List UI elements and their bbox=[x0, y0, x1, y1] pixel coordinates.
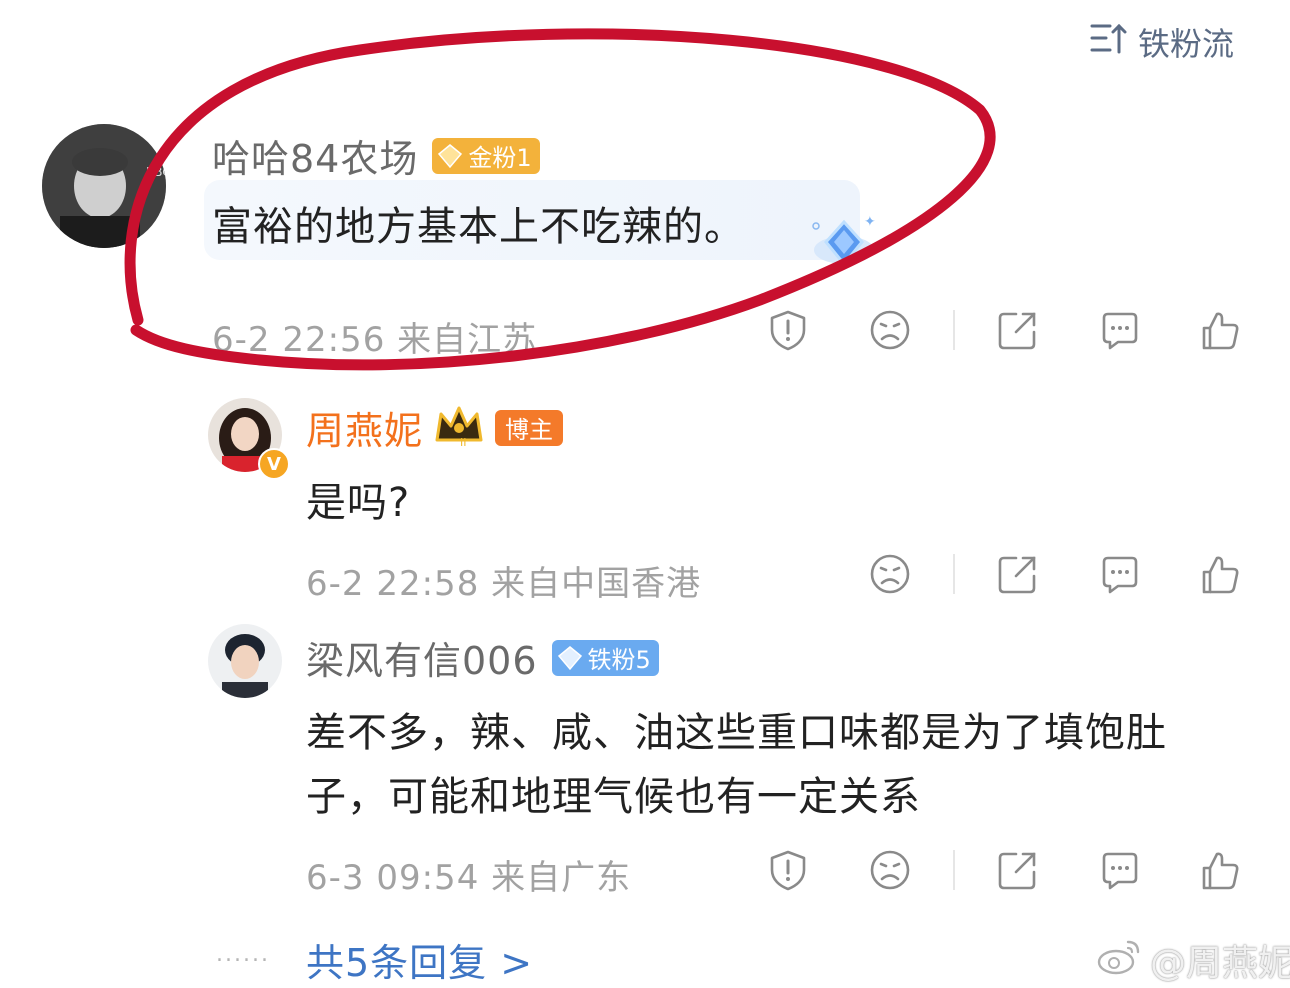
reply-icon[interactable] bbox=[1098, 848, 1142, 892]
comment-meta: 6-3 09:54 来自广东 bbox=[306, 858, 632, 898]
dislike-face-icon[interactable] bbox=[868, 848, 912, 892]
verified-v-icon: V bbox=[258, 448, 290, 480]
comment-meta: 6-2 22:58 来自中国香港 bbox=[306, 564, 702, 604]
share-icon[interactable] bbox=[996, 552, 1040, 596]
comment-header: 梁风有信006 铁粉5 bbox=[306, 630, 659, 685]
username[interactable]: 周燕妮 bbox=[306, 400, 423, 455]
like-icon[interactable] bbox=[1198, 848, 1242, 892]
thread-dots: ...... bbox=[216, 942, 270, 967]
divider bbox=[953, 554, 955, 594]
report-icon[interactable] bbox=[766, 848, 810, 892]
fan-badge: 铁粉5 bbox=[551, 639, 659, 676]
avatar[interactable] bbox=[208, 624, 282, 698]
watermark: @周燕妮 bbox=[1096, 934, 1290, 986]
comment-text: 是吗? bbox=[306, 480, 411, 526]
comment-header: 周燕妮 II 博主 bbox=[306, 400, 564, 455]
reply-icon[interactable] bbox=[1098, 552, 1142, 596]
share-icon[interactable] bbox=[996, 848, 1040, 892]
comment-text: 子，可能和地理气候也有一定关系 bbox=[306, 774, 921, 820]
diamond-icon bbox=[557, 645, 582, 670]
like-icon[interactable] bbox=[1198, 552, 1242, 596]
divider bbox=[953, 850, 955, 890]
weibo-logo-icon bbox=[1096, 936, 1144, 985]
owner-badge: 博主 bbox=[495, 409, 564, 446]
dislike-face-icon[interactable] bbox=[868, 552, 912, 596]
username[interactable]: 梁风有信006 bbox=[306, 630, 538, 685]
comment-text: 差不多，辣、咸、油这些重口味都是为了填饱肚 bbox=[306, 710, 1167, 756]
svg-text:II: II bbox=[460, 436, 467, 448]
annotation-circle bbox=[124, 28, 996, 371]
more-replies-link[interactable]: 共5条回复 > bbox=[306, 932, 533, 987]
crown-icon: II bbox=[433, 404, 485, 452]
